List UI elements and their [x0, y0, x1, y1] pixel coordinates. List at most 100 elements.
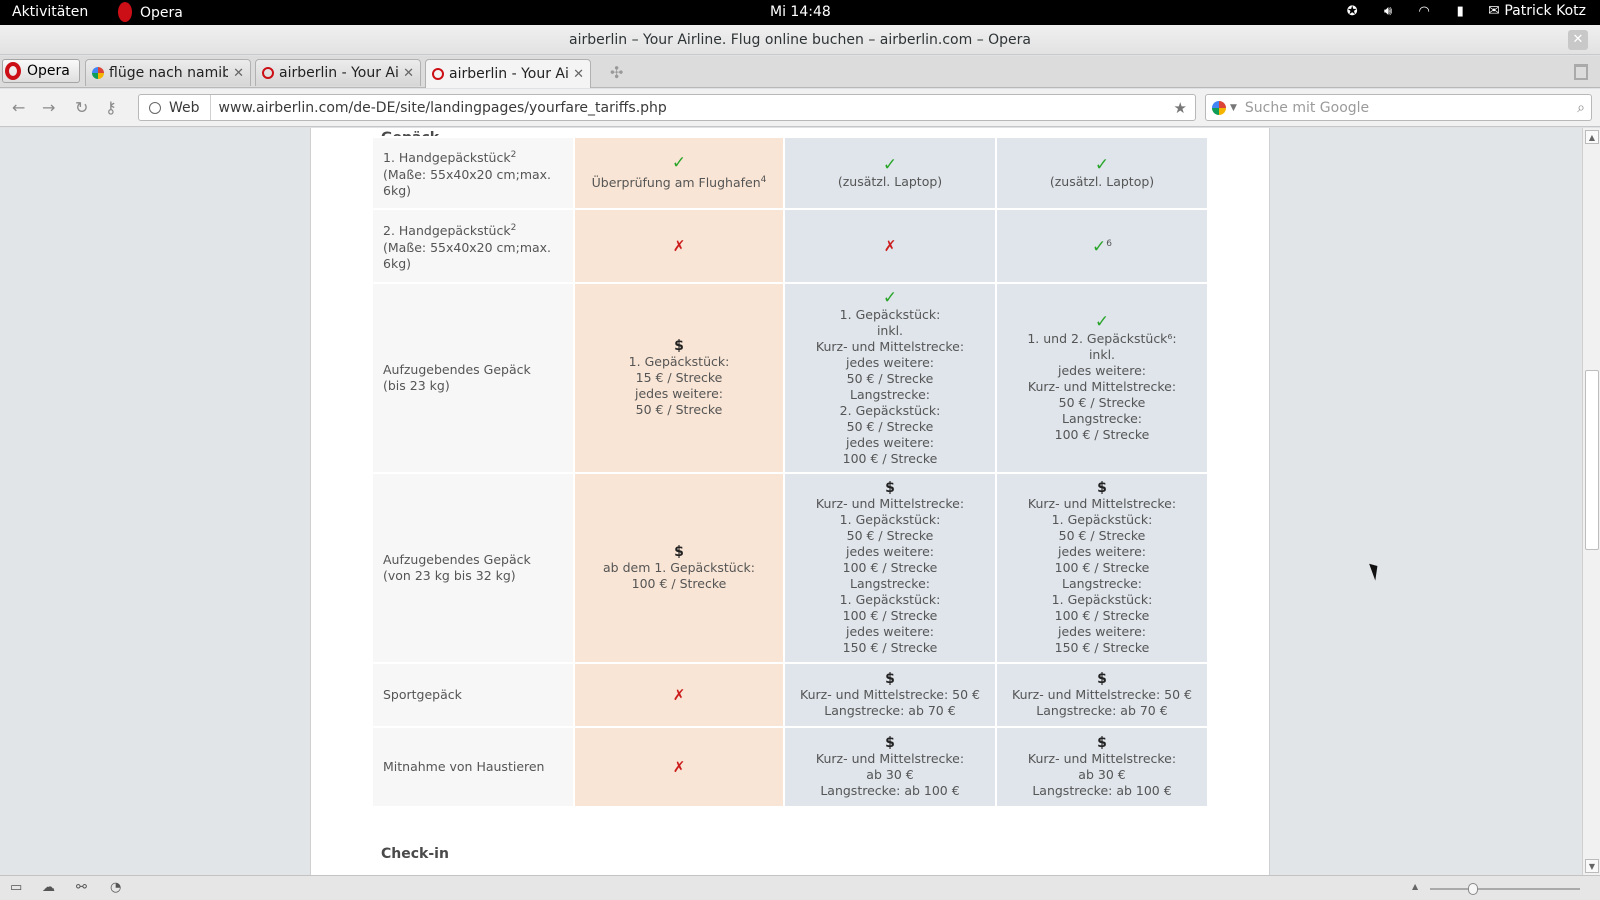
tab-close-icon[interactable]: ✕: [573, 67, 584, 82]
back-icon[interactable]: ←: [12, 98, 25, 117]
battery-icon[interactable]: ▮: [1452, 3, 1468, 19]
dollar-icon: $: [674, 544, 684, 560]
window-close-button[interactable]: ✕: [1568, 30, 1588, 50]
vertical-scrollbar[interactable]: ▲ ▼: [1582, 128, 1600, 875]
cell-line: 100 € / Strecke: [842, 560, 938, 575]
tab-label: airberlin - Your Ai...: [279, 65, 399, 81]
cell-line: Kurz- und Mittelstrecke:: [815, 338, 965, 354]
site-info-label: Web: [169, 99, 200, 116]
cell-line: 50 € / Strecke: [846, 370, 934, 386]
tab-close-icon[interactable]: ✕: [233, 66, 244, 81]
cell-line: (zusätzl. Laptop): [837, 173, 943, 189]
address-bar[interactable]: Web www.airberlin.com/de-DE/site/landing…: [138, 94, 1196, 121]
table-row: 2. Handgepäckstück2 (Maße: 55x40x20 cm;ma…: [371, 208, 1209, 284]
cell-line: jedes weitere:: [1057, 362, 1147, 378]
chevron-down-icon[interactable]: ▼: [1230, 103, 1237, 113]
reload-icon[interactable]: ↻: [75, 98, 88, 117]
cell-line: 1. Gepäckstück:: [1051, 512, 1153, 527]
cell-line: 150 € / Strecke: [842, 640, 938, 655]
cell-line: Langstrecke: ab 100 €: [1032, 783, 1172, 798]
bookmark-star-icon[interactable]: ★: [1174, 99, 1195, 117]
tariff-cell-c1: ✗: [573, 208, 785, 284]
airberlin-favicon-icon: [432, 68, 444, 80]
tariff-table: 1. Handgepäckstück2 (Maße: 55x40x20 cm;ma…: [371, 136, 1209, 808]
panel-toggle-icon[interactable]: ▭: [10, 880, 22, 895]
cell-line: 100 € / Strecke: [1054, 426, 1150, 442]
scroll-up-icon[interactable]: ▲: [1585, 130, 1599, 144]
cell-line: 50 € / Strecke: [1058, 394, 1146, 410]
zoom-slider[interactable]: ▲: [1412, 882, 1580, 895]
row-label-line: 6kg): [383, 182, 412, 198]
google-favicon-icon: [92, 67, 104, 79]
site-info-button[interactable]: Web: [139, 95, 211, 120]
cell-line: Langstrecke:: [1061, 576, 1143, 591]
key-icon[interactable]: ⚷: [105, 98, 117, 117]
tab-close-icon[interactable]: ✕: [403, 66, 414, 81]
search-field[interactable]: ▼ Suche mit Google ⌕: [1205, 94, 1592, 121]
tariff-cell-c1: ✗: [573, 726, 785, 808]
tariff-cell-c3: $ Kurz- und Mittelstrecke: 1. Gepäckstück:…: [995, 472, 1209, 664]
app-menu[interactable]: Opera: [118, 2, 183, 22]
tab-bar: Opera flüge nach namibia... ✕ airberlin …: [0, 56, 1600, 88]
cell-line: 50 € / Strecke: [635, 402, 723, 417]
row-label-line: 1. Handgepäckstück2: [383, 147, 563, 166]
scrollbar-thumb[interactable]: [1585, 370, 1599, 550]
page-viewport: Gepäck 1. Handgepäckstück2(Maße: 55x40x2…: [0, 128, 1582, 875]
tab-airberlin-2[interactable]: airberlin - Your Ai... ✕: [425, 59, 591, 88]
tab-label: flüge nach namibia...: [109, 65, 229, 81]
clock[interactable]: Mi 14:48: [770, 4, 831, 20]
cell-line: 50 € / Strecke: [846, 418, 934, 434]
tab-label: airberlin - Your Ai...: [449, 66, 569, 82]
cell-line: jedes weitere:: [1057, 624, 1147, 639]
cell-line: Langstrecke: ab 70 €: [1036, 703, 1168, 718]
activities-button[interactable]: Aktivitäten: [12, 4, 88, 20]
accessibility-icon[interactable]: ✪: [1344, 3, 1360, 19]
cell-line: Kurz- und Mittelstrecke:: [815, 496, 965, 511]
user-name: Patrick Kotz: [1504, 3, 1586, 19]
search-icon[interactable]: ⌕: [1577, 100, 1585, 116]
volume-icon[interactable]: 🔊︎: [1380, 3, 1396, 19]
zoom-menu-icon[interactable]: ▲: [1412, 882, 1418, 891]
trash-icon[interactable]: [1574, 64, 1588, 80]
tab-airberlin-1[interactable]: airberlin - Your Ai... ✕: [255, 59, 421, 86]
row-label: Aufzugebendes Gepäck (von 23 kg bis 32 kg…: [371, 472, 575, 664]
wifi-icon[interactable]: ◠: [1416, 3, 1432, 19]
tariff-cell-c2: ✗: [783, 208, 997, 284]
app-name: Opera: [140, 5, 183, 21]
new-tab-icon[interactable]: ✣: [610, 63, 623, 82]
zoom-knob[interactable]: [1467, 883, 1478, 895]
url-text[interactable]: www.airberlin.com/de-DE/site/landingpage…: [211, 100, 1174, 116]
user-menu[interactable]: ✉ Patrick Kotz: [1488, 3, 1586, 19]
cell-line: inkl.: [876, 322, 904, 338]
cell-line: jedes weitere:: [845, 544, 935, 559]
opera-menu-button[interactable]: Opera: [2, 59, 80, 83]
check-icon: ✓: [882, 287, 898, 308]
cell-line: jedes weitere:: [1057, 544, 1147, 559]
cell-line: 100 € / Strecke: [842, 608, 938, 623]
scroll-down-icon[interactable]: ▼: [1585, 859, 1599, 873]
row-label-line: 6kg): [383, 255, 412, 271]
speed-dial-icon[interactable]: ◔: [110, 880, 121, 895]
cell-line: Überprüfung am Flughafen4: [575, 172, 783, 191]
cell-line: Kurz- und Mittelstrecke: 50 €: [800, 687, 980, 702]
row-label: Mitnahme von Haustieren: [371, 726, 575, 808]
cell-line: ab dem 1. Gepäckstück:: [603, 560, 755, 575]
dollar-icon: $: [885, 735, 895, 751]
row-label-line: Mitnahme von Haustieren: [383, 759, 545, 774]
share-icon[interactable]: ⚯: [76, 880, 87, 895]
row-label: 2. Handgepäckstück2 (Maße: 55x40x20 cm;ma…: [371, 208, 575, 284]
tariff-cell-c3: ✓ (zusätzl. Laptop): [995, 136, 1209, 210]
tab-google-search[interactable]: flüge nach namibia... ✕: [85, 59, 251, 86]
cell-line: 150 € / Strecke: [1054, 640, 1150, 655]
cell-line: 100 € / Strecke: [1054, 560, 1150, 575]
tariff-cell-c2: ✓ (zusätzl. Laptop): [783, 136, 997, 210]
row-label-text: 1. Handgepäckstück: [383, 150, 511, 166]
check-icon: ✓: [671, 152, 687, 173]
google-icon[interactable]: [1212, 100, 1226, 115]
cloud-icon[interactable]: ☁: [42, 880, 55, 895]
row-label-line: Sportgepäck: [383, 687, 462, 702]
forward-icon[interactable]: →: [42, 98, 55, 117]
footnote-marker: 4: [760, 174, 767, 185]
cell-line: 1. und 2. Gepäckstück⁶:: [1027, 330, 1177, 346]
cell-line: 1. Gepäckstück:: [839, 592, 941, 607]
